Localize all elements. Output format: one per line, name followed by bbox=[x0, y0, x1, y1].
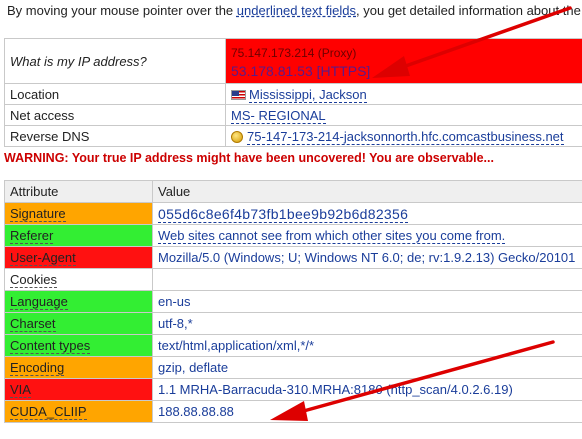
attribute-name[interactable]: User-Agent bbox=[4, 246, 153, 269]
ip-label: What is my IP address? bbox=[4, 38, 226, 84]
intro-link[interactable]: underlined text fields bbox=[237, 3, 356, 18]
reverse-dns-text[interactable]: 75-147-173-214-jacksonnorth.hfc.comcastb… bbox=[247, 128, 564, 145]
attribute-row-referer: Referer Web sites cannot see from which … bbox=[4, 224, 582, 247]
attribute-name[interactable]: Signature bbox=[4, 202, 153, 225]
attribute-value bbox=[152, 268, 582, 291]
attribute-value: Web sites cannot see from which other si… bbox=[152, 224, 582, 247]
attribute-row-user-agent: User-Agent Mozilla/5.0 (Windows; U; Wind… bbox=[4, 246, 582, 269]
attribute-label[interactable]: Cookies bbox=[10, 272, 57, 288]
net-access-value[interactable]: MS- REGIONAL bbox=[225, 104, 582, 126]
reverse-dns-value[interactable]: 75-147-173-214-jacksonnorth.hfc.comcastb… bbox=[225, 125, 582, 147]
location-label: Location bbox=[4, 83, 226, 105]
attribute-label[interactable]: Encoding bbox=[10, 360, 65, 376]
reverse-dns-label: Reverse DNS bbox=[4, 125, 226, 147]
attribute-row-cookies: Cookies bbox=[4, 268, 582, 291]
attributes-header-row: Attribute Value bbox=[4, 180, 582, 203]
attribute-label[interactable]: VIA bbox=[10, 382, 31, 398]
attribute-value: en-us bbox=[152, 290, 582, 313]
attribute-value: Mozilla/5.0 (Windows; U; Windows NT 6.0;… bbox=[152, 246, 582, 269]
reverse-dns-row: Reverse DNS 75-147-173-214-jacksonnorth.… bbox=[4, 125, 582, 147]
attribute-name[interactable]: Cookies bbox=[4, 268, 153, 291]
attribute-row-encoding: Encoding gzip, deflate bbox=[4, 356, 582, 379]
attribute-label[interactable]: Signature bbox=[10, 206, 66, 222]
attribute-row-content-types: Content types text/html,application/xml,… bbox=[4, 334, 582, 357]
signature-value[interactable]: 055d6c8e6f4b73fb1bee9b92b6d82356 bbox=[158, 205, 409, 223]
attribute-row-cuda-cliip: CUDA_CLIIP 188.88.88.88 bbox=[4, 400, 582, 423]
attributes-table: Attribute Value Signature 055d6c8e6f4b73… bbox=[4, 180, 582, 423]
net-access-row: Net access MS- REGIONAL bbox=[4, 104, 582, 126]
ip-value[interactable]: 75.147.173.214 (Proxy) 53.178.81.53 [HTT… bbox=[225, 38, 582, 84]
ip-https-value[interactable]: 53.178.81.53 [HTTPS] bbox=[231, 62, 582, 80]
attribute-name[interactable]: Language bbox=[4, 290, 153, 313]
location-row: Location Mississippi, Jackson bbox=[4, 83, 582, 105]
attribute-name[interactable]: Encoding bbox=[4, 356, 153, 379]
attribute-label[interactable]: User-Agent bbox=[10, 250, 76, 266]
intro-text: By moving your mouse pointer over the un… bbox=[7, 3, 582, 18]
location-text[interactable]: Mississippi, Jackson bbox=[249, 86, 367, 103]
us-flag-icon bbox=[231, 89, 246, 100]
warning-message: WARNING: Your true IP address might have… bbox=[4, 151, 494, 165]
attribute-row-charset: Charset utf-8,* bbox=[4, 312, 582, 335]
referer-value[interactable]: Web sites cannot see from which other si… bbox=[158, 228, 506, 244]
attribute-label[interactable]: Referer bbox=[10, 228, 54, 244]
intro-text-before: By moving your mouse pointer over the bbox=[7, 3, 237, 18]
ip-address-row: What is my IP address? 75.147.173.214 (P… bbox=[4, 38, 582, 84]
attribute-name[interactable]: Charset bbox=[4, 312, 153, 335]
attribute-label[interactable]: Content types bbox=[10, 338, 91, 354]
attribute-row-signature: Signature 055d6c8e6f4b73fb1bee9b92b6d823… bbox=[4, 202, 582, 225]
attribute-label[interactable]: Charset bbox=[10, 316, 56, 332]
attribute-name[interactable]: CUDA_CLIIP bbox=[4, 400, 153, 423]
ip-info-table: What is my IP address? 75.147.173.214 (P… bbox=[4, 38, 582, 147]
attribute-value: gzip, deflate bbox=[152, 356, 582, 379]
attribute-row-via: VIA 1.1 MRHA-Barracuda-310.MRHA:8180 (ht… bbox=[4, 378, 582, 401]
attribute-value: text/html,application/xml,*/* bbox=[152, 334, 582, 357]
attribute-label[interactable]: CUDA_CLIIP bbox=[10, 404, 87, 420]
coin-icon bbox=[231, 130, 243, 143]
attribute-label[interactable]: Language bbox=[10, 294, 68, 310]
attribute-row-language: Language en-us bbox=[4, 290, 582, 313]
attribute-name[interactable]: Referer bbox=[4, 224, 153, 247]
attribute-value: 055d6c8e6f4b73fb1bee9b92b6d82356 bbox=[152, 202, 582, 225]
intro-text-after: , you get detailed information about the bbox=[356, 3, 581, 18]
attribute-column-header: Attribute bbox=[4, 180, 153, 203]
net-access-label: Net access bbox=[4, 104, 226, 126]
net-access-text[interactable]: MS- REGIONAL bbox=[231, 107, 326, 124]
attribute-value: 1.1 MRHA-Barracuda-310.MRHA:8180 (http_s… bbox=[152, 378, 582, 401]
attribute-name[interactable]: Content types bbox=[4, 334, 153, 357]
value-column-header: Value bbox=[152, 180, 582, 203]
attribute-value: 188.88.88.88 bbox=[152, 400, 582, 423]
location-value[interactable]: Mississippi, Jackson bbox=[225, 83, 582, 105]
attribute-name[interactable]: VIA bbox=[4, 378, 153, 401]
ip-proxy-value[interactable]: 75.147.173.214 (Proxy) bbox=[231, 44, 582, 62]
attribute-value: utf-8,* bbox=[152, 312, 582, 335]
